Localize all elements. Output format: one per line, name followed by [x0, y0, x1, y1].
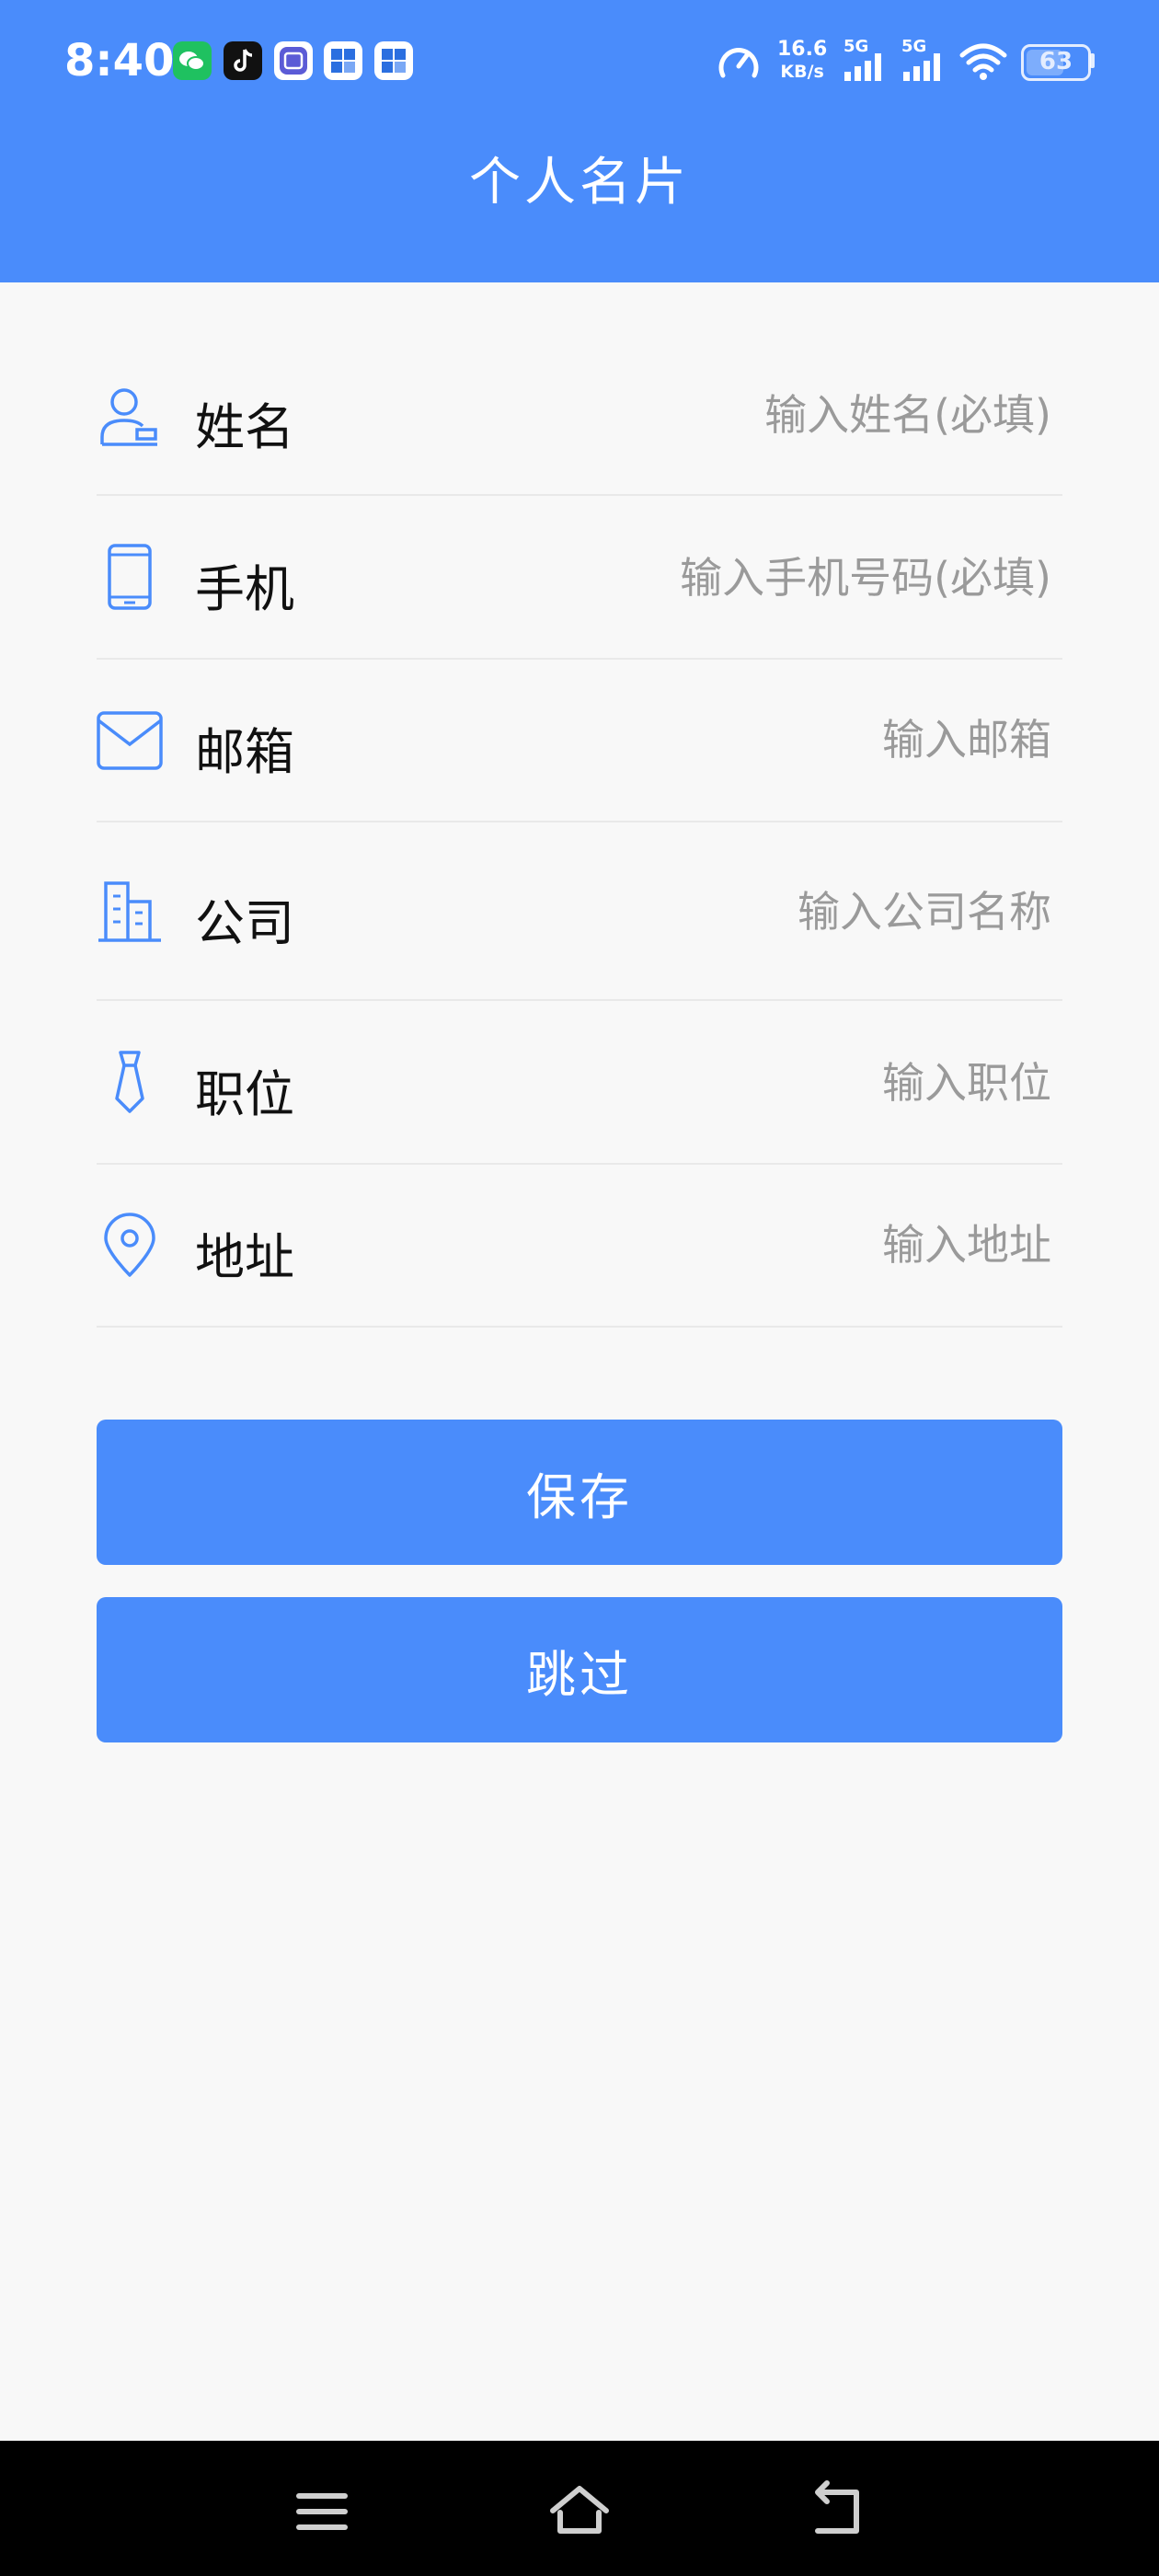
field-label: 地址 [195, 1228, 294, 1286]
speedometer-icon [718, 48, 759, 78]
header: 个人名片 [0, 124, 1159, 282]
phone-input[interactable] [481, 553, 1051, 603]
save-button[interactable]: 保存 [97, 1420, 1062, 1565]
form-row-company: 公司 [97, 822, 1062, 1001]
company-input[interactable] [481, 887, 1051, 937]
signal-icon [903, 53, 940, 81]
form-row-name: 姓名 [97, 342, 1062, 496]
wechat-icon [173, 41, 212, 80]
building-icon [98, 881, 161, 942]
person-icon [100, 388, 157, 446]
field-label: 姓名 [195, 398, 294, 456]
form-row-address: 地址 [97, 1165, 1062, 1328]
phone-icon [108, 544, 152, 610]
tie-icon [115, 1051, 144, 1113]
wifi-icon [959, 43, 1007, 80]
speed-unit: KB/s [780, 62, 824, 82]
network-speed: 16.6 KB/s [777, 39, 827, 83]
app-grid-icon [374, 41, 413, 80]
form-row-phone: 手机 [97, 496, 1062, 660]
tiktok-icon [224, 41, 262, 80]
form-row-email: 邮箱 [97, 660, 1062, 822]
app-grid-icon [324, 41, 362, 80]
system-nav-bar [0, 2441, 1159, 2576]
speed-value: 16.6 [777, 38, 828, 61]
address-input[interactable] [481, 1220, 1051, 1270]
business-card-form: 姓名 手机 邮箱 公司 [97, 342, 1062, 1328]
location-icon [104, 1213, 155, 1277]
field-label: 公司 [195, 894, 294, 952]
skip-button[interactable]: 跳过 [97, 1597, 1062, 1742]
form-row-position: 职位 [97, 1001, 1062, 1165]
field-label: 邮箱 [195, 723, 294, 781]
status-bar: 8:40 16.6 KB/s 5G 5G 63 [0, 0, 1159, 124]
battery-icon: 63 [1021, 44, 1091, 81]
page-title: 个人名片 [469, 153, 690, 213]
position-input[interactable] [481, 1058, 1051, 1108]
battery-tip [1090, 53, 1095, 68]
home-icon[interactable] [547, 2479, 612, 2544]
mail-icon [97, 711, 163, 770]
signal-icon [844, 53, 881, 81]
email-input[interactable] [481, 715, 1051, 765]
menu-icon[interactable] [290, 2479, 354, 2544]
status-time: 8:40 [64, 35, 175, 86]
name-input[interactable] [481, 390, 1051, 440]
back-icon[interactable] [805, 2479, 869, 2544]
field-label: 手机 [195, 560, 294, 618]
battery-percent: 63 [1039, 48, 1073, 75]
tieba-icon [274, 41, 313, 80]
field-label: 职位 [195, 1065, 294, 1123]
